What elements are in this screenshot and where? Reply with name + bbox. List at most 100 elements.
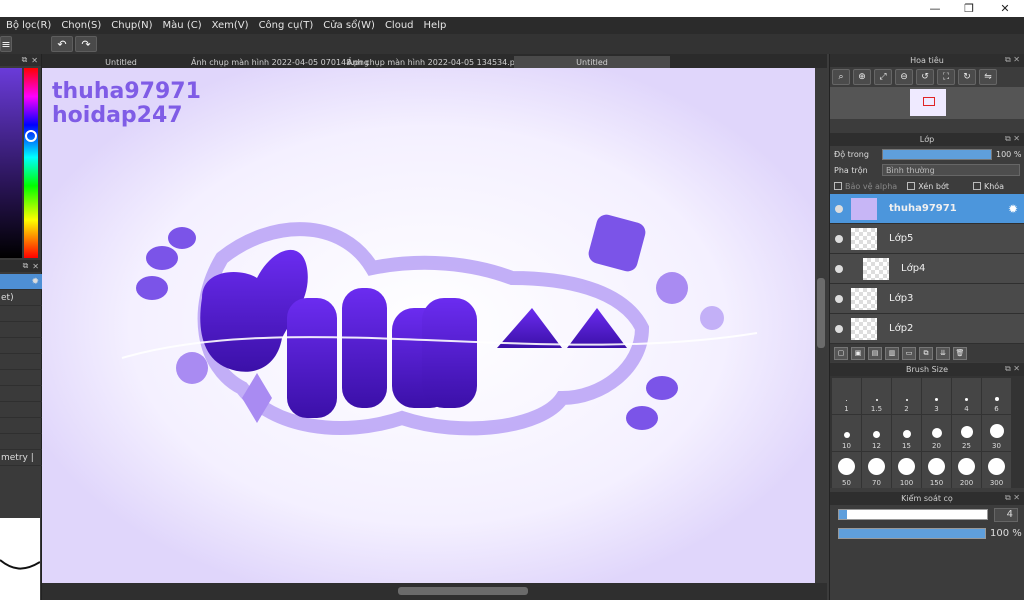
minimize-icon[interactable]: —: [918, 0, 952, 17]
layer-row[interactable]: Lớp5: [830, 224, 1024, 254]
fit-screen-icon[interactable]: ⤢: [874, 69, 892, 85]
list-item[interactable]: [0, 402, 42, 418]
list-item[interactable]: [0, 370, 42, 386]
fullscreen-icon[interactable]: ⛶: [937, 69, 955, 85]
panel-close-icon[interactable]: ⧉ ✕: [1005, 55, 1020, 65]
scroll-thumb[interactable]: [398, 587, 528, 595]
panel-close-icon[interactable]: ✕: [31, 56, 38, 65]
list-item[interactable]: [0, 338, 42, 354]
brush-size-option[interactable]: 1: [832, 378, 861, 414]
undo-icon[interactable]: ↶: [51, 36, 73, 52]
list-item[interactable]: et): [0, 290, 42, 306]
drawing-canvas[interactable]: thuha97971 hoidap247: [42, 68, 815, 583]
rotate-left-icon[interactable]: ↺: [916, 69, 934, 85]
brush-size-option[interactable]: 10: [832, 415, 861, 451]
tab-untitled-2[interactable]: Untitled: [514, 56, 670, 68]
brush-size-option[interactable]: 70: [862, 452, 891, 488]
brush-size-option[interactable]: 1.5: [862, 378, 891, 414]
brush-size-option[interactable]: 25: [952, 415, 981, 451]
brush-size-input[interactable]: 4: [994, 507, 1018, 522]
saturation-value-box[interactable]: [0, 68, 22, 258]
lock-checkbox[interactable]: Khóa: [972, 182, 1004, 191]
duplicate-icon[interactable]: ⧉: [919, 346, 933, 360]
redo-icon[interactable]: ↷: [75, 36, 97, 52]
eye-icon[interactable]: [835, 234, 843, 243]
brush-size-option[interactable]: 15: [892, 415, 921, 451]
viewport-rect[interactable]: [923, 97, 935, 106]
close-icon[interactable]: ✕: [988, 0, 1022, 17]
gear-icon[interactable]: ✹: [31, 277, 39, 287]
protect-alpha-checkbox[interactable]: Bảo vệ alpha: [834, 182, 897, 191]
eye-icon[interactable]: [835, 264, 843, 273]
flip-icon[interactable]: ⇋: [979, 69, 997, 85]
brush-size-slider[interactable]: [838, 509, 988, 520]
layer-row[interactable]: thuha97971 ✹: [830, 194, 1024, 224]
list-item[interactable]: [0, 354, 42, 370]
zoom-in-icon[interactable]: ⊕: [853, 69, 871, 85]
menu-tools[interactable]: Công cụ(T): [259, 20, 314, 31]
brush-size-option[interactable]: 2: [892, 378, 921, 414]
panel-close-icon[interactable]: ✕: [32, 262, 39, 271]
menu-select[interactable]: Chọn(S): [61, 20, 101, 31]
eye-icon[interactable]: [835, 294, 843, 303]
menu-filter[interactable]: Bộ lọc(R): [6, 20, 51, 31]
brush-size-option[interactable]: 100: [892, 452, 921, 488]
brush-size-option[interactable]: 12: [862, 415, 891, 451]
new-layer-icon[interactable]: ▢: [834, 346, 848, 360]
list-item[interactable]: metry |: [0, 450, 42, 466]
tab-screenshot-134534[interactable]: Ảnh chụp màn hình 2022-04-05 134534.png: [347, 56, 525, 68]
list-item[interactable]: [0, 386, 42, 402]
eye-icon[interactable]: [835, 324, 843, 333]
hue-slider[interactable]: [24, 68, 38, 258]
restore-icon[interactable]: ❐: [952, 0, 986, 17]
brush-size-option[interactable]: 3: [922, 378, 951, 414]
navigator-preview[interactable]: [830, 87, 1024, 119]
panel-close-icon[interactable]: ⧉ ✕: [1005, 364, 1020, 374]
brush-size-option[interactable]: 30: [982, 415, 1011, 451]
folder-icon[interactable]: ▭: [902, 346, 916, 360]
vertical-scrollbar[interactable]: [815, 68, 827, 583]
horizontal-scrollbar[interactable]: [42, 583, 827, 600]
gear-icon[interactable]: ✹: [1008, 202, 1018, 216]
tab-untitled-1[interactable]: Untitled: [42, 56, 200, 68]
new-special-layer-icon[interactable]: ▥: [885, 346, 899, 360]
brush-size-option[interactable]: 4: [952, 378, 981, 414]
brush-size-option[interactable]: 150: [922, 452, 951, 488]
blend-mode-select[interactable]: Bình thường: [882, 164, 1020, 176]
brush-size-option[interactable]: 20: [922, 415, 951, 451]
list-item[interactable]: [0, 434, 42, 450]
layer-row[interactable]: Lớp3: [830, 284, 1024, 314]
tab-screenshot-070148[interactable]: Ảnh chụp màn hình 2022-04-05 070148.png: [191, 56, 369, 68]
layer-row[interactable]: Lớp2: [830, 314, 1024, 344]
clipping-checkbox[interactable]: Xén bớt: [907, 182, 949, 191]
menu-help[interactable]: Help: [424, 20, 447, 31]
scroll-thumb[interactable]: [817, 278, 825, 348]
menu-view[interactable]: Xem(V): [212, 20, 249, 31]
zoom-out-icon[interactable]: ⊖: [895, 69, 913, 85]
menu-color[interactable]: Màu (C): [163, 20, 202, 31]
popout-icon[interactable]: ⧉: [22, 55, 28, 65]
eye-icon[interactable]: [835, 204, 843, 213]
brush-size-option[interactable]: 200: [952, 452, 981, 488]
merge-down-icon[interactable]: ⇊: [936, 346, 950, 360]
color-picker[interactable]: [0, 68, 41, 260]
brush-size-option[interactable]: 300: [982, 452, 1011, 488]
menu-cloud[interactable]: Cloud: [385, 20, 414, 31]
layer-row[interactable]: Lớp4: [830, 254, 1024, 284]
opacity-slider[interactable]: [882, 148, 992, 160]
list-item[interactable]: [0, 322, 42, 338]
new-layer-alt-icon[interactable]: ▣: [851, 346, 865, 360]
panel-close-icon[interactable]: ⧉ ✕: [1005, 134, 1020, 144]
brush-opacity-slider[interactable]: [838, 528, 986, 539]
popout-icon[interactable]: ⧉: [23, 261, 29, 271]
zoom-search-icon[interactable]: ⌕: [832, 69, 850, 85]
hue-knob[interactable]: [25, 130, 37, 142]
brush-size-option[interactable]: 50: [832, 452, 861, 488]
menu-capture[interactable]: Chụp(N): [111, 20, 152, 31]
list-item[interactable]: [0, 418, 42, 434]
brush-size-option[interactable]: 6: [982, 378, 1011, 414]
menu-window[interactable]: Cửa sổ(W): [323, 20, 375, 31]
list-item[interactable]: ✹: [0, 274, 42, 290]
tool-menu-icon[interactable]: ≡: [0, 36, 12, 52]
list-item[interactable]: [0, 306, 42, 322]
